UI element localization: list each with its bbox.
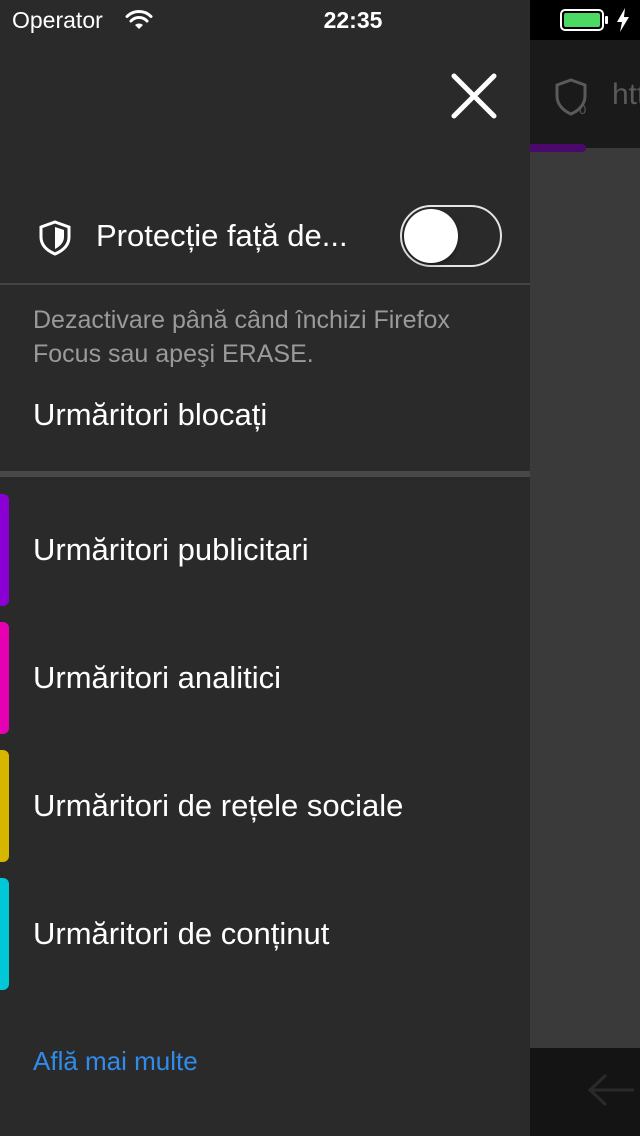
divider xyxy=(0,283,530,285)
tracking-protection-toggle[interactable] xyxy=(400,205,502,267)
tracker-label: Urmăritori publicitari xyxy=(33,532,309,567)
toggle-knob xyxy=(404,209,458,263)
tracker-count-badge: 0 xyxy=(579,102,586,116)
tracking-protection-row: Protecție față de... xyxy=(0,190,530,284)
protection-description: Dezactivare până când închizi Firefox Fo… xyxy=(33,306,450,368)
close-icon[interactable] xyxy=(448,70,500,122)
tracker-label: Urmăritori de rețele sociale xyxy=(33,788,404,823)
screen: 0 htt Operator 22:35 xyxy=(0,0,640,1136)
back-arrow-icon[interactable] xyxy=(584,1070,636,1110)
battery-icon xyxy=(560,9,608,31)
status-bar: Operator 22:35 xyxy=(0,0,640,40)
tracker-row-content[interactable]: Urmăritori de conținut xyxy=(0,878,530,990)
tracker-row-analytics[interactable]: Urmăritori analitici xyxy=(0,622,530,734)
background-url-text[interactable]: htt xyxy=(612,78,640,112)
tracker-color-bar xyxy=(0,622,9,734)
shield-icon xyxy=(39,220,71,256)
tracker-row-social[interactable]: Urmăritori de rețele sociale xyxy=(0,750,530,862)
charging-bolt-icon xyxy=(617,8,629,32)
blocked-trackers-title: Urmăritori blocați xyxy=(33,397,268,432)
tracker-color-bar xyxy=(0,494,9,606)
tracker-color-bar xyxy=(0,750,9,862)
tracking-protection-panel: Protecție față de... Dezactivare până câ… xyxy=(0,0,530,1136)
section-divider xyxy=(0,471,530,477)
tracker-row-ad[interactable]: Urmăritori publicitari xyxy=(0,494,530,606)
tracking-shield-icon[interactable]: 0 xyxy=(554,78,588,116)
tracker-color-bar xyxy=(0,878,9,990)
tracking-protection-label: Protecție față de... xyxy=(96,218,348,253)
learn-more-link[interactable]: Află mai multe xyxy=(33,1046,198,1077)
status-time: 22:35 xyxy=(323,7,383,33)
tracker-label: Urmăritori analitici xyxy=(33,660,282,695)
tracker-label: Urmăritori de conținut xyxy=(33,916,330,951)
